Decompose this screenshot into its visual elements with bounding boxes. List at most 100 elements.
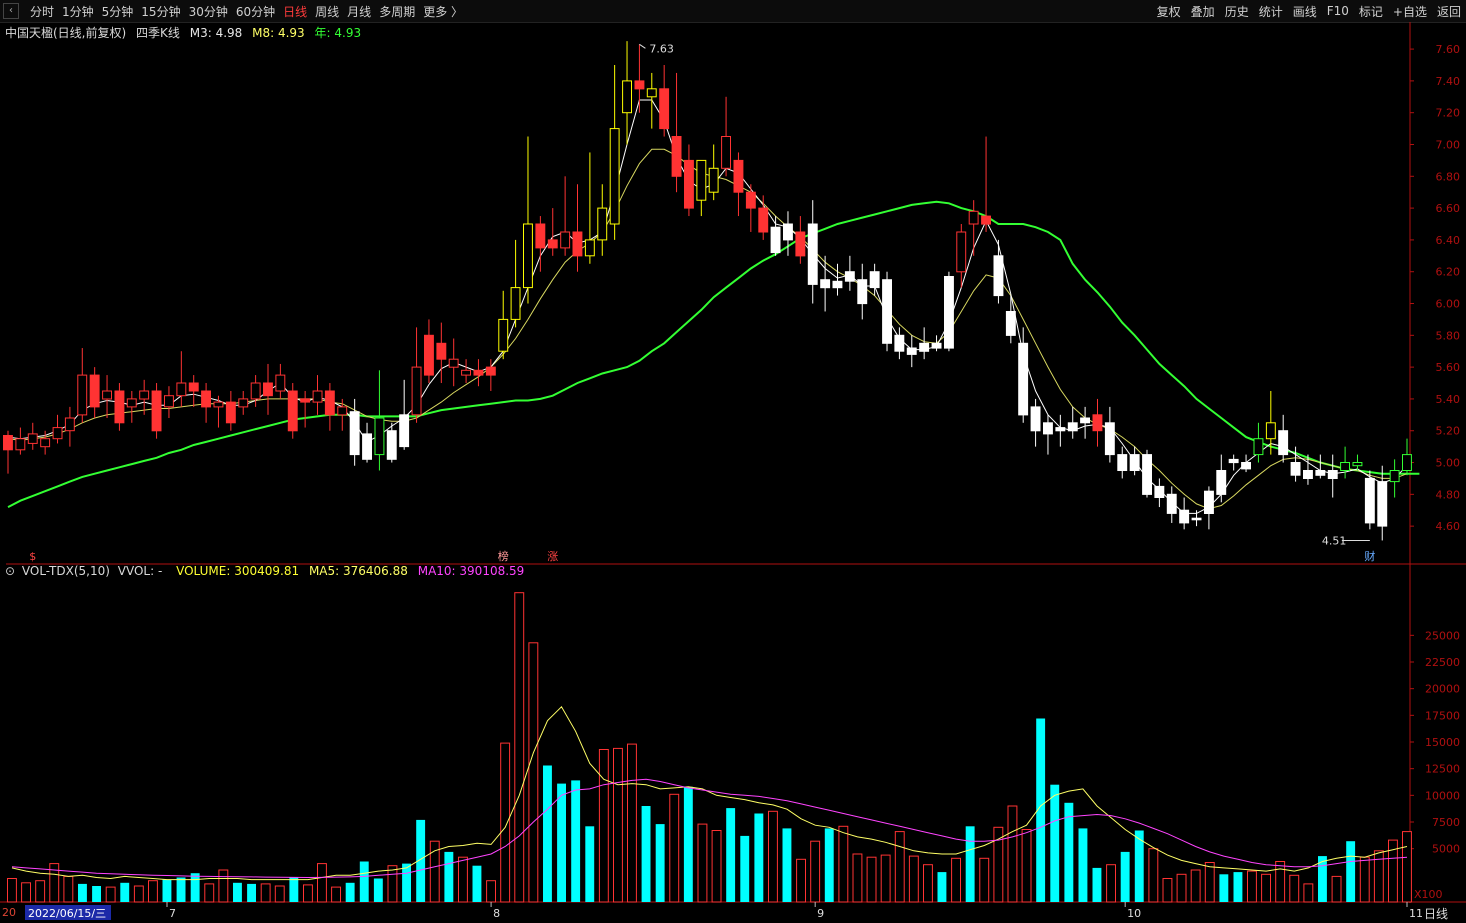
period-tab-6[interactable]: 日线 [279, 3, 311, 20]
period-tab-9[interactable]: 多周期 [375, 3, 419, 20]
candle-body [473, 369, 484, 376]
period-tab-8[interactable]: 月线 [343, 3, 375, 20]
candle-body [931, 342, 942, 349]
volume-bar [204, 883, 215, 903]
candle-body [1154, 485, 1165, 498]
period-tab-4[interactable]: 30分钟 [185, 3, 232, 20]
volume-bar [937, 872, 947, 902]
tool-button-3[interactable]: 统计 [1254, 3, 1288, 20]
volume-bar [838, 825, 849, 903]
period-tab-1[interactable]: 1分钟 [58, 3, 98, 20]
collapse-icon[interactable]: ‹ [3, 3, 19, 19]
candle-body [696, 159, 707, 201]
candle-body [77, 374, 88, 416]
period-tab-5[interactable]: 60分钟 [232, 3, 279, 20]
volume-bar [613, 747, 623, 903]
volume-bar [63, 875, 74, 903]
candle-body [436, 342, 447, 360]
candle-body [671, 136, 682, 177]
candle-body [1104, 422, 1115, 456]
volume-bar [1204, 862, 1215, 903]
volume-bar [1120, 851, 1130, 902]
candle-body [1364, 477, 1375, 524]
settings-gear-icon[interactable]: ⊙ [5, 564, 15, 578]
volume-bar [21, 882, 31, 903]
price-tick-label: 7.20 [1436, 107, 1461, 120]
candle-body [684, 159, 694, 209]
tool-button-8[interactable]: 返回 [1432, 3, 1466, 20]
volume-bar [373, 878, 383, 902]
price-tick-label: 7.00 [1436, 138, 1461, 151]
price-tick-label: 5.60 [1436, 361, 1461, 374]
candle-body [857, 279, 868, 305]
volume-bar [133, 885, 144, 903]
tool-button-0[interactable]: 复权 [1152, 3, 1186, 20]
candle-body [1055, 427, 1066, 432]
volume-info-bar: ⊙ VOL-TDX(5,10) VVOL: - VOLUME: 300409.8… [5, 564, 530, 578]
volume-bar [768, 810, 778, 903]
candle-body [535, 223, 546, 249]
volume-bar [514, 592, 525, 903]
candle-body [981, 215, 991, 225]
volume-bar [1261, 873, 1271, 903]
volume-bar [528, 642, 539, 903]
candle-body [64, 417, 75, 432]
volume-bar [1078, 828, 1088, 902]
period-tab-3[interactable]: 15分钟 [137, 3, 184, 20]
volume-bar [402, 863, 411, 902]
volume-bar [1176, 873, 1187, 903]
volume-bar [810, 840, 821, 903]
candle-body [944, 276, 954, 349]
volume-bar [260, 883, 271, 903]
period-tab-10[interactable]: 更多 〉 [419, 3, 467, 20]
vol-indicator-name[interactable]: VOL-TDX(5,10) [22, 564, 110, 578]
candle-body [572, 231, 583, 257]
candle-body [659, 88, 670, 130]
volume-bar [1219, 874, 1229, 902]
candle-body [510, 287, 521, 320]
volume-bar [1190, 869, 1201, 903]
period-tabs: 分时 1分钟 5分钟 15分钟 30分钟 60分钟 日线 周线 月线 多周期 更多 〉 [26, 3, 467, 20]
price-tick-label: 5.00 [1436, 457, 1461, 470]
period-tab-7[interactable]: 周线 [311, 3, 343, 20]
volume-bar [35, 880, 46, 903]
tool-button-6[interactable]: 标记 [1354, 3, 1388, 20]
low-label: 4.51 [1322, 534, 1347, 547]
indicator-name[interactable]: 四季K线 [136, 26, 180, 40]
tool-button-5[interactable]: F10 [1322, 4, 1354, 18]
candle-body [844, 271, 855, 282]
candle-body [1216, 470, 1227, 495]
volume-bar [303, 884, 313, 903]
time-axis-strip [0, 903, 1466, 923]
event-marker: 涨 [547, 550, 558, 563]
m8-value: M8: 4.93 [252, 26, 305, 40]
volume-bar [7, 878, 17, 903]
volume-bar [571, 780, 581, 902]
candle-body [820, 279, 831, 289]
volume-tick-label: 12500 [1425, 763, 1460, 776]
volume-bar [1373, 850, 1384, 903]
tool-button-2[interactable]: 历史 [1220, 3, 1254, 20]
candle-body [498, 318, 509, 352]
period-tab-2[interactable]: 5分钟 [98, 3, 138, 20]
period-tab-0[interactable]: 分时 [26, 3, 58, 20]
price-tick-label: 5.20 [1436, 425, 1461, 438]
volume-bar [289, 877, 299, 902]
candle-body [634, 80, 645, 90]
tool-button-4[interactable]: 画线 [1288, 3, 1322, 20]
price-tick-label: 4.60 [1436, 520, 1461, 533]
candle-body [547, 239, 558, 249]
vol-ma10-line [11, 778, 1408, 879]
volume-bar [458, 856, 468, 903]
candle-body [733, 159, 744, 193]
volume-bar [852, 853, 863, 903]
volume-bar [880, 854, 891, 903]
candle-body [275, 374, 286, 392]
volume-bar [105, 886, 116, 903]
price-tick-label: 6.00 [1436, 298, 1461, 311]
tool-button-7[interactable]: +自选 [1388, 3, 1432, 20]
candle-body [213, 401, 224, 408]
volume-bar [894, 831, 905, 903]
tool-button-1[interactable]: 叠加 [1186, 3, 1220, 20]
candle-body [1030, 406, 1041, 432]
